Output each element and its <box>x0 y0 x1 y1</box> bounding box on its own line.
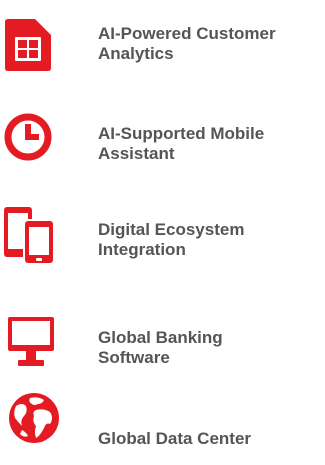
feature-item-mobile-assistant: AI-Supported Mobile Assistant <box>0 90 325 185</box>
feature-label: Global Banking Software <box>98 328 223 367</box>
monitor-icon <box>8 317 54 367</box>
feature-item-ecosystem-integration: Digital Ecosystem Integration <box>0 185 325 285</box>
feature-label: AI-Supported Mobile Assistant <box>98 124 265 163</box>
feature-list: AI-Powered Customer Analytics AI-Support… <box>0 0 325 465</box>
feature-label: Global Data Center <box>98 429 252 448</box>
feature-item-customer-analytics: AI-Powered Customer Analytics <box>0 0 325 90</box>
devices-icon <box>3 205 59 267</box>
feature-item-data-center: Global Data Center <box>0 380 325 465</box>
feature-label: Digital Ecosystem Integration <box>98 220 245 259</box>
feature-label: AI-Powered Customer Analytics <box>98 24 276 63</box>
sim-card-icon <box>5 19 51 71</box>
globe-icon <box>8 392 60 444</box>
clock-icon <box>3 112 53 162</box>
feature-item-banking-software: Global Banking Software <box>0 285 325 380</box>
